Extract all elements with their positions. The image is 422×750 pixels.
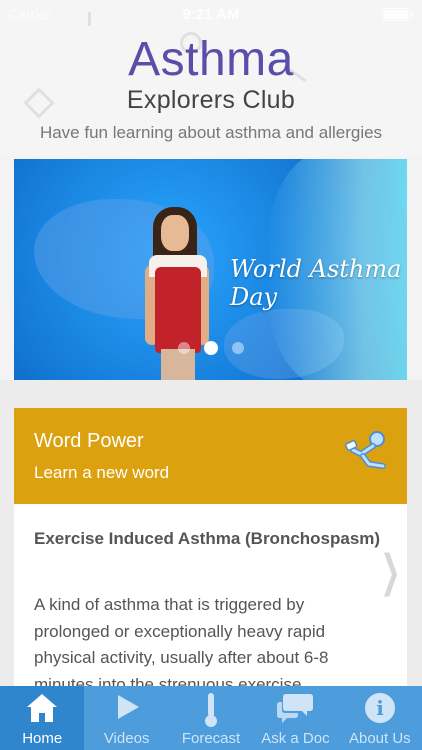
- banner-carousel[interactable]: World Asthma Day: [14, 159, 407, 380]
- home-icon: [27, 694, 58, 722]
- play-icon: [117, 695, 139, 719]
- tab-bar: Home Videos Forecast Ask a Doc i About U…: [0, 686, 422, 750]
- app-title: Asthma: [128, 33, 294, 86]
- word-power-title: Word Power: [34, 430, 144, 452]
- tab-videos[interactable]: Videos: [84, 686, 168, 750]
- word-power-subtitle: Learn a new word: [34, 463, 170, 482]
- tab-home[interactable]: Home: [0, 686, 85, 750]
- info-icon: i: [364, 693, 395, 723]
- page-dot-active[interactable]: [203, 341, 218, 355]
- battery-icon: [382, 8, 413, 21]
- word-power-card[interactable]: Word Power Learn a new word Exercise Ind…: [14, 408, 407, 686]
- tab-forecast[interactable]: Forecast: [169, 686, 253, 750]
- tab-label: Forecast: [181, 730, 241, 747]
- tab-label: About Us: [348, 730, 411, 747]
- tab-about-us[interactable]: i About Us: [338, 686, 422, 750]
- chevron-right-icon[interactable]: ❯: [380, 546, 400, 597]
- word-power-header[interactable]: Word Power Learn a new word: [14, 408, 407, 504]
- tab-label: Videos: [103, 730, 150, 747]
- page-dot[interactable]: [177, 342, 190, 354]
- tab-ask-a-doc[interactable]: Ask a Doc: [253, 686, 337, 750]
- thermometer-icon: [205, 693, 218, 727]
- svg-text:i: i: [376, 696, 384, 720]
- banner-headline: World Asthma Day: [230, 255, 402, 311]
- chat-bubbles-icon: [277, 694, 314, 723]
- term-definition: A kind of asthma that is triggered by pr…: [34, 595, 329, 686]
- tagline: Have fun learning about asthma and aller…: [39, 123, 383, 142]
- status-time: 9:21 AM: [182, 6, 240, 23]
- app-subtitle: Explorers Club: [126, 86, 296, 114]
- page-dot[interactable]: [231, 342, 244, 354]
- page-indicator[interactable]: [14, 341, 407, 359]
- tab-label: Home: [22, 730, 63, 747]
- inhaler-icon: [345, 431, 386, 469]
- term-heading: Exercise Induced Asthma (Bronchospasm): [34, 529, 381, 548]
- tab-label: Ask a Doc: [261, 730, 330, 747]
- status-bar: Carrier 9:21 AM: [0, 0, 422, 30]
